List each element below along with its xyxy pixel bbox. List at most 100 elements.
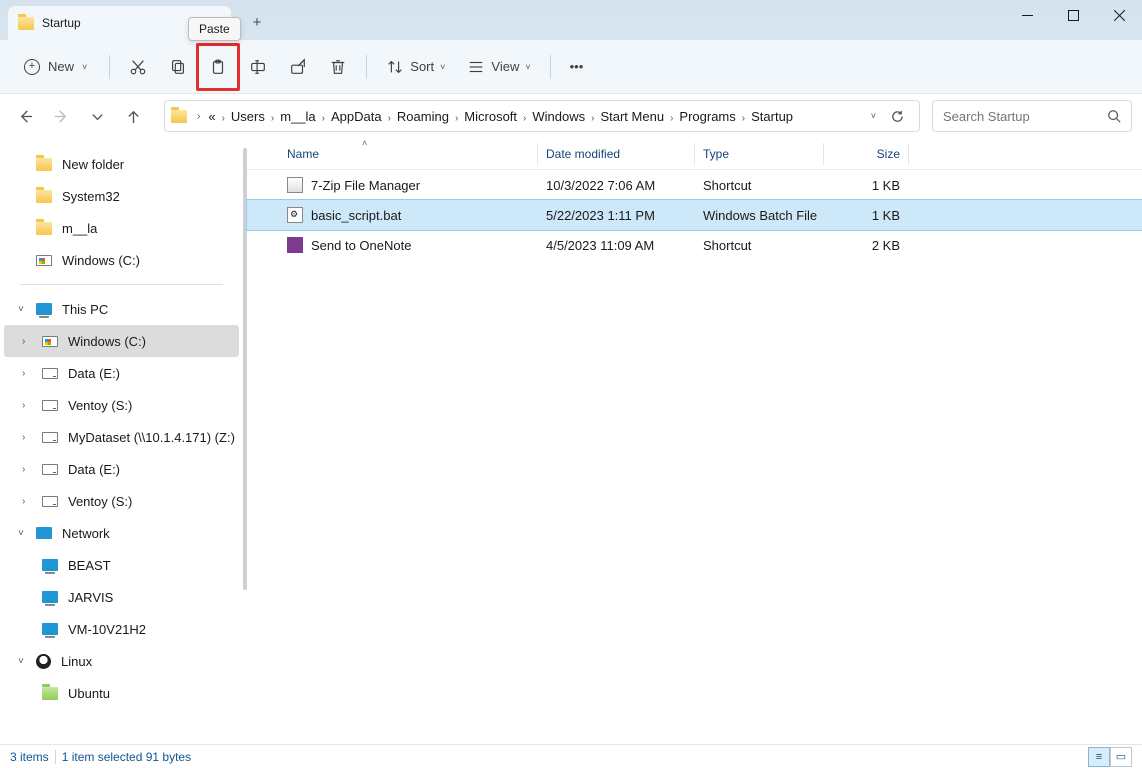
sidebar-network-item[interactable]: VM-10V21H2: [4, 613, 239, 645]
drive-icon: [42, 336, 58, 347]
column-date[interactable]: Date modified: [546, 147, 694, 161]
sidebar-network[interactable]: ˅Network: [4, 517, 239, 549]
view-button[interactable]: View ˅: [458, 49, 539, 85]
file-date: 5/22/2023 1:11 PM: [546, 208, 694, 223]
maximize-button[interactable]: [1050, 0, 1096, 30]
column-name[interactable]: Name˄: [287, 147, 537, 161]
forward-button[interactable]: [46, 101, 76, 131]
sidebar-drive-item[interactable]: ›Ventoy (S:): [4, 389, 239, 421]
column-type[interactable]: Type: [703, 147, 823, 161]
search-box[interactable]: [932, 100, 1132, 132]
file-date: 10/3/2022 7:06 AM: [546, 178, 694, 193]
sidebar-linux[interactable]: ˅Linux: [4, 645, 239, 677]
refresh-icon[interactable]: [890, 109, 905, 124]
sidebar-label: m__la: [62, 221, 97, 236]
sidebar-label: Windows (C:): [68, 334, 146, 349]
breadcrumb-segment[interactable]: Windows: [528, 109, 589, 124]
breadcrumb-segment[interactable]: Startup: [747, 109, 797, 124]
sidebar-drive-item[interactable]: › MyDataset (\\10.1.4.171) (Z:): [4, 421, 239, 453]
expand-icon[interactable]: ›: [22, 400, 25, 411]
file-name: basic_script.bat: [311, 208, 401, 223]
file-type: Shortcut: [703, 238, 823, 253]
share-button[interactable]: [280, 49, 316, 85]
computer-icon: [42, 591, 58, 603]
pc-icon: [36, 303, 52, 315]
expand-icon[interactable]: ›: [22, 368, 25, 379]
recent-dropdown[interactable]: [82, 101, 112, 131]
minimize-button[interactable]: [1004, 0, 1050, 30]
expand-icon[interactable]: ˅: [18, 656, 24, 667]
linux-icon: [36, 654, 51, 669]
cut-button[interactable]: [120, 49, 156, 85]
file-row[interactable]: basic_script.bat5/22/2023 1:11 PMWindows…: [247, 200, 1142, 230]
chevron-down-icon[interactable]: ˅: [871, 111, 876, 121]
breadcrumb-segment[interactable]: Roaming: [393, 109, 453, 124]
sort-label: Sort: [410, 59, 434, 74]
chevron-right-icon: ›: [386, 113, 393, 124]
breadcrumb-segment[interactable]: Start Menu: [596, 109, 668, 124]
search-input[interactable]: [943, 109, 1083, 124]
sidebar-label: Ventoy (S:): [68, 494, 132, 509]
sidebar-label: MyDataset (\\10.1.4.171) (Z:): [68, 430, 235, 445]
folder-icon: [36, 190, 52, 203]
more-button[interactable]: •••: [561, 49, 593, 85]
breadcrumb-segment[interactable]: AppData: [327, 109, 386, 124]
column-size[interactable]: Size: [832, 147, 900, 161]
sidebar-network-item[interactable]: BEAST: [4, 549, 239, 581]
paste-button[interactable]: [200, 49, 236, 85]
sidebar-label: This PC: [62, 302, 108, 317]
drive-icon: [42, 400, 58, 411]
new-label: New: [48, 59, 74, 74]
sidebar-drive-item[interactable]: ›Data (E:): [4, 357, 239, 389]
sort-button[interactable]: Sort ˅: [377, 49, 454, 85]
sidebar-label: Ubuntu: [68, 686, 110, 701]
toolbar: + New ˅ Sort ˅ View ˅ •••: [0, 40, 1142, 94]
rename-button[interactable]: [240, 49, 276, 85]
close-button[interactable]: [1096, 0, 1142, 30]
new-tab-button[interactable]: +: [243, 8, 271, 36]
sidebar-recent-item[interactable]: Windows (C:): [4, 244, 239, 276]
sidebar-drive-item[interactable]: › Ventoy (S:): [4, 485, 239, 517]
up-button[interactable]: [118, 101, 148, 131]
back-button[interactable]: [10, 101, 40, 131]
sidebar-drive-item[interactable]: › Windows (C:): [4, 325, 239, 357]
icons-view-toggle[interactable]: ▭: [1110, 747, 1132, 767]
expand-icon[interactable]: ›: [22, 496, 25, 507]
selection-info: 1 item selected 91 bytes: [62, 750, 191, 764]
details-view-toggle[interactable]: ≡: [1088, 747, 1110, 767]
expand-icon[interactable]: ˅: [18, 304, 24, 315]
delete-button[interactable]: [320, 49, 356, 85]
breadcrumb-segment[interactable]: Users: [227, 109, 269, 124]
copy-button[interactable]: [160, 49, 196, 85]
breadcrumb-segment[interactable]: m__la: [276, 109, 319, 124]
computer-icon: [42, 623, 58, 635]
sidebar-this-pc[interactable]: ˅ This PC: [4, 293, 239, 325]
file-icon: [287, 237, 303, 253]
sidebar-recent-item[interactable]: m__la: [4, 212, 239, 244]
sidebar-recent-item[interactable]: New folder: [4, 148, 239, 180]
view-label: View: [491, 59, 519, 74]
file-row[interactable]: Send to OneNote4/5/2023 11:09 AMShortcut…: [247, 230, 1142, 260]
file-size: 2 KB: [832, 238, 900, 253]
expand-icon[interactable]: ›: [22, 464, 25, 475]
sidebar-recent-item[interactable]: System32: [4, 180, 239, 212]
breadcrumb-segment[interactable]: Microsoft: [460, 109, 521, 124]
breadcrumb-segment[interactable]: Programs: [675, 109, 739, 124]
sidebar-linux-item[interactable]: Ubuntu: [4, 677, 239, 709]
folder-icon: [18, 17, 34, 30]
sidebar-label: JARVIS: [68, 590, 113, 605]
new-button[interactable]: + New ˅: [12, 49, 99, 85]
address-bar[interactable]: › «›Users›m__la›AppData›Roaming›Microsof…: [164, 100, 920, 132]
sidebar-drive-item[interactable]: ›Data (E:): [4, 453, 239, 485]
sidebar-label: BEAST: [68, 558, 111, 573]
expand-icon[interactable]: ›: [22, 432, 25, 443]
sidebar-label: System32: [62, 189, 120, 204]
chevron-right-icon: ›: [740, 113, 747, 124]
file-row[interactable]: 7-Zip File Manager10/3/2022 7:06 AMShort…: [247, 170, 1142, 200]
folder-icon: [36, 222, 52, 235]
expand-icon[interactable]: ›: [22, 336, 25, 347]
sidebar-network-item[interactable]: JARVIS: [4, 581, 239, 613]
expand-icon[interactable]: ˅: [18, 528, 24, 539]
column-headers: Name˄ Date modified Type Size: [247, 138, 1142, 170]
breadcrumb-segment[interactable]: «: [204, 109, 219, 124]
